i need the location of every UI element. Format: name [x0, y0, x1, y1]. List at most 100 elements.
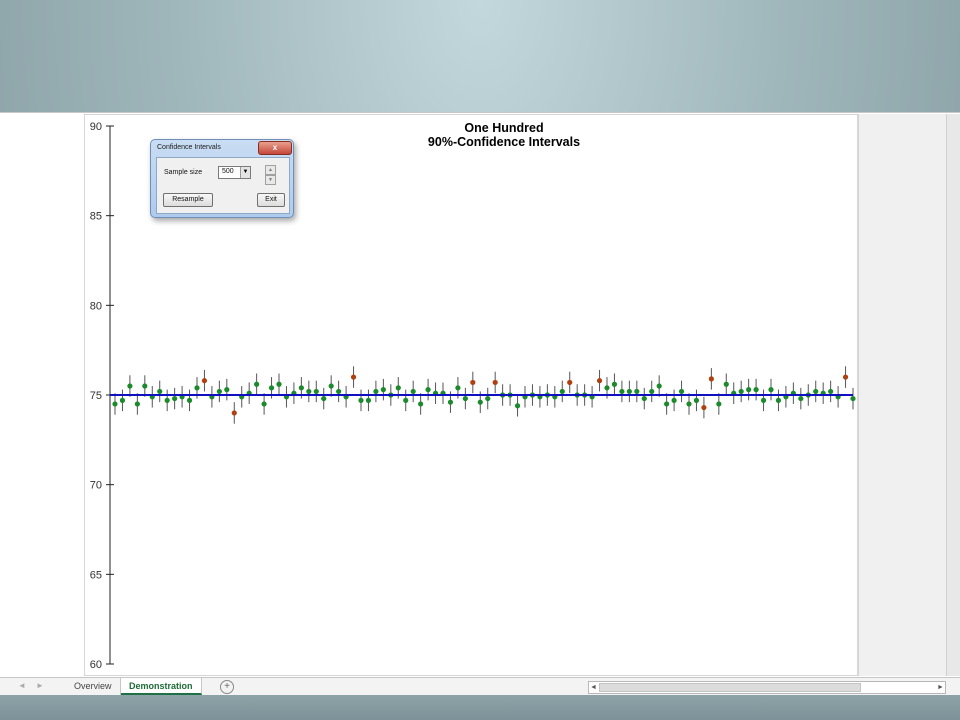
interval-point	[470, 379, 476, 386]
interval-point	[477, 399, 483, 405]
interval-point	[186, 397, 193, 403]
interval-point	[380, 387, 386, 393]
y-tick-label: 70	[90, 480, 102, 492]
sample-size-combobox[interactable]: 500 ▼	[218, 166, 251, 179]
y-tick-label: 90	[90, 121, 102, 133]
interval-point	[112, 401, 118, 407]
interval-point	[336, 388, 342, 395]
interval-point	[850, 395, 856, 402]
scroll-right-icon[interactable]: ►	[936, 682, 945, 693]
horizontal-scrollbar[interactable]: ◄ ►	[588, 681, 946, 694]
interval-point	[395, 385, 401, 391]
interval-point	[403, 397, 409, 403]
interval-point	[619, 388, 625, 395]
interval-point	[224, 387, 230, 393]
tab-overview[interactable]: Overview	[66, 678, 121, 695]
chevron-down-icon[interactable]: ▼	[240, 167, 250, 178]
interval-point	[231, 410, 237, 416]
prev-sheet-arrow-icon[interactable]: ◄	[18, 681, 26, 690]
interval-point	[596, 378, 603, 384]
interval-point	[127, 383, 133, 389]
interval-point	[276, 381, 282, 387]
interval-point	[365, 397, 372, 403]
horizontal-scroll-thumb[interactable]	[599, 683, 861, 692]
interval-point	[425, 387, 431, 393]
interval-point	[261, 401, 267, 407]
interval-point	[172, 395, 178, 402]
y-tick-label: 85	[90, 211, 102, 223]
interval-point	[567, 379, 573, 386]
interval-point	[455, 385, 461, 391]
interval-point	[760, 397, 767, 403]
interval-point	[447, 399, 454, 405]
interval-point	[134, 401, 140, 407]
add-sheet-icon[interactable]: +	[220, 680, 234, 694]
interval-point	[708, 376, 714, 382]
interval-point	[350, 374, 357, 380]
interval-point	[678, 388, 685, 395]
y-tick-label: 80	[90, 300, 102, 312]
sheet-margin	[858, 114, 947, 676]
sample-size-label: Sample size	[164, 169, 203, 176]
interval-point	[313, 388, 319, 395]
interval-point	[119, 397, 126, 403]
interval-point	[358, 397, 364, 403]
interval-point	[254, 381, 260, 387]
dialog-body: Sample size 500 ▼ ▲ ▼ Resample Exit	[156, 157, 290, 214]
interval-point	[514, 403, 521, 409]
dialog-close-button[interactable]: x	[258, 141, 292, 155]
interval-point	[775, 397, 782, 403]
interval-point	[664, 401, 670, 407]
resample-button[interactable]: Resample	[163, 193, 213, 207]
interval-point	[485, 395, 491, 402]
interval-point	[798, 395, 804, 402]
interval-point	[194, 385, 200, 391]
window-bottom-band	[0, 695, 960, 720]
vertical-scrollbar[interactable]	[946, 114, 960, 676]
interval-point	[201, 378, 208, 384]
interval-point	[298, 385, 304, 391]
interval-point	[306, 388, 312, 395]
interval-point	[738, 388, 744, 395]
interval-point	[164, 397, 170, 403]
interval-point	[611, 381, 618, 387]
interval-point	[321, 395, 327, 402]
interval-point	[142, 383, 148, 389]
interval-point	[656, 383, 662, 389]
interval-point	[753, 387, 759, 393]
next-sheet-arrow-icon[interactable]: ►	[36, 681, 44, 690]
dialog-title: Confidence Intervals	[157, 144, 221, 151]
interval-point	[842, 374, 849, 380]
interval-point	[701, 404, 707, 411]
interval-point	[216, 388, 222, 395]
interval-point	[671, 397, 677, 403]
interval-point	[418, 401, 424, 407]
interval-point	[604, 385, 610, 391]
chart-title-line1: One Hundred	[464, 121, 543, 135]
sheet-tab-bar: ◄ ► Overview Demonstration + ◄ ►	[0, 677, 960, 696]
interval-point	[746, 387, 752, 393]
interval-point	[492, 379, 498, 386]
interval-point	[649, 388, 655, 395]
interval-point	[716, 401, 722, 407]
interval-point	[626, 388, 632, 395]
y-tick-label: 75	[90, 390, 102, 402]
interval-point	[328, 383, 334, 389]
interval-point	[828, 388, 834, 395]
interval-point	[634, 388, 640, 395]
sample-size-value: 500	[222, 168, 234, 175]
interval-point	[410, 388, 416, 395]
interval-point	[268, 385, 275, 391]
interval-point	[157, 388, 163, 395]
confidence-intervals-dialog: Confidence Intervals x Sample size 500 ▼…	[150, 139, 294, 218]
spin-down-button[interactable]: ▼	[265, 175, 276, 185]
spin-up-button[interactable]: ▲	[265, 165, 276, 175]
scroll-left-icon[interactable]: ◄	[589, 682, 598, 693]
interval-point	[723, 381, 729, 387]
exit-button[interactable]: Exit	[257, 193, 285, 207]
interval-point	[559, 388, 565, 395]
interval-point	[686, 401, 692, 407]
tab-demonstration[interactable]: Demonstration	[121, 678, 202, 695]
interval-point	[768, 387, 774, 393]
interval-point	[641, 395, 647, 402]
